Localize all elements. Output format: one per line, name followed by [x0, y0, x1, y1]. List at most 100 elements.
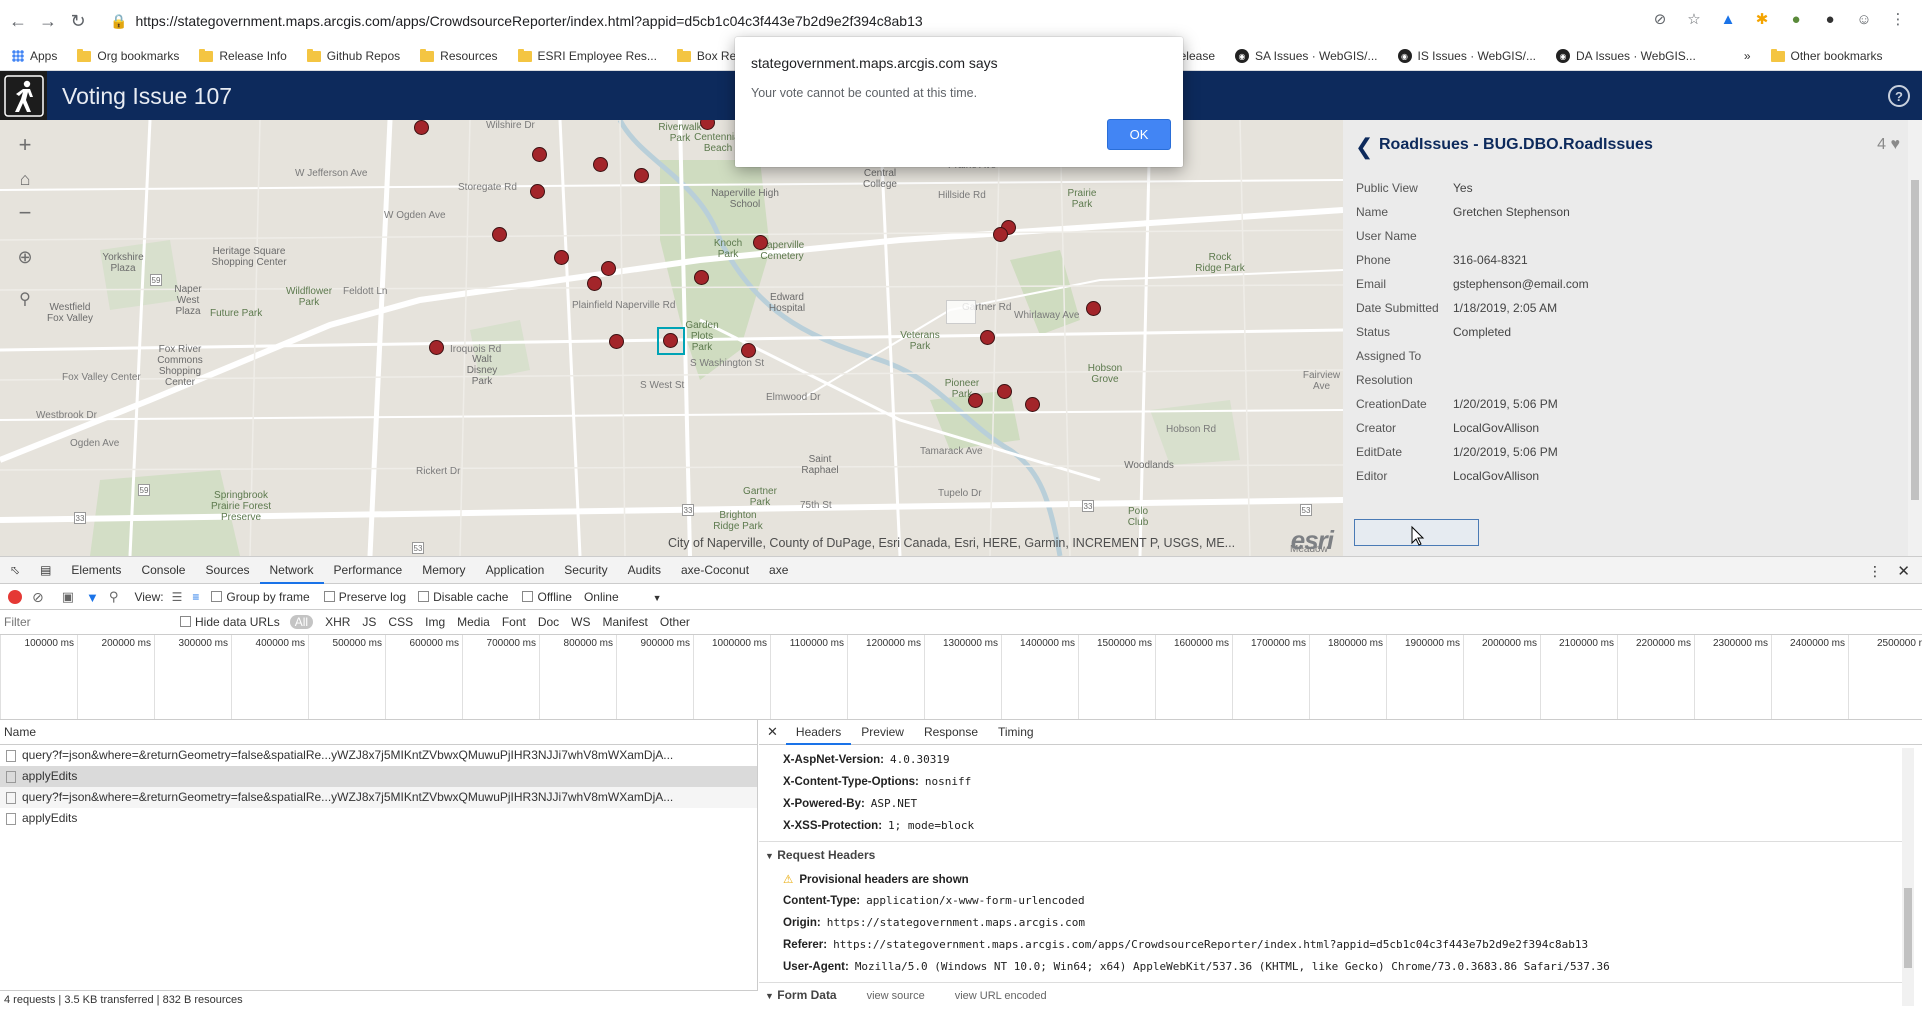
- reload-icon[interactable]: ↻: [66, 9, 90, 33]
- tab-console[interactable]: Console: [131, 557, 195, 584]
- bookmark-is[interactable]: ◉ IS Issues · WebGIS/...: [1397, 49, 1536, 63]
- hide-data-urls-checkbox[interactable]: Hide data URLs: [180, 615, 280, 629]
- search-icon[interactable]: ⚲: [109, 589, 119, 605]
- bookmark-release[interactable]: Release Info: [199, 48, 287, 63]
- filter-type-img[interactable]: Img: [425, 615, 445, 629]
- zoom-in-button[interactable]: +: [8, 128, 42, 162]
- back-chevron-icon[interactable]: ❮: [1355, 134, 1373, 160]
- filter-type-font[interactable]: Font: [502, 615, 526, 629]
- offline-checkbox[interactable]: Offline: [522, 590, 572, 604]
- bookmark-da[interactable]: ◉ DA Issues · WebGIS...: [1555, 49, 1696, 63]
- star-icon[interactable]: ☆: [1684, 9, 1704, 29]
- tab-response[interactable]: Response: [914, 720, 988, 745]
- clear-icon[interactable]: ⊘: [32, 589, 44, 606]
- extension-icon[interactable]: ✱: [1752, 9, 1772, 29]
- issue-marker[interactable]: [1025, 397, 1040, 412]
- filter-type-ws[interactable]: WS: [571, 615, 590, 629]
- issue-marker[interactable]: [554, 250, 569, 265]
- bookmark-esri[interactable]: ESRI Employee Res...: [517, 48, 657, 63]
- bookmark-sa[interactable]: ◉ SA Issues · WebGIS/...: [1235, 49, 1378, 63]
- tab-audits[interactable]: Audits: [618, 557, 671, 584]
- filter-type-other[interactable]: Other: [660, 615, 690, 629]
- tab-axe-coconut[interactable]: axe-Coconut: [671, 557, 759, 584]
- issue-marker[interactable]: [492, 227, 507, 242]
- filter-type-xhr[interactable]: XHR: [325, 615, 350, 629]
- issue-marker[interactable]: [587, 276, 602, 291]
- drive-icon[interactable]: ▲: [1718, 9, 1738, 29]
- devtools-close-icon[interactable]: ✕: [1897, 562, 1910, 580]
- issue-marker[interactable]: [694, 270, 709, 285]
- url-field[interactable]: 🔒 https://stategovernment.maps.arcgis.co…: [110, 13, 923, 30]
- bookmarks-overflow[interactable]: »: [1744, 49, 1751, 63]
- view-source-link[interactable]: view source: [867, 990, 925, 1002]
- scrollbar-thumb[interactable]: [1904, 888, 1912, 968]
- tab-headers[interactable]: Headers: [785, 720, 852, 745]
- issue-marker[interactable]: [530, 184, 545, 199]
- request-row[interactable]: query?f=json&where=&returnGeometry=false…: [0, 787, 757, 808]
- request-headers-section[interactable]: ▼ Request Headers: [765, 848, 875, 862]
- preserve-log-checkbox[interactable]: Preserve log: [323, 590, 406, 604]
- map-view[interactable]: Wilshire Dr Riverwalk Park Centennial Be…: [0, 120, 1343, 556]
- bookmark-resources[interactable]: Resources: [420, 48, 498, 63]
- forward-icon[interactable]: →: [36, 9, 60, 33]
- account-icon[interactable]: ☺: [1854, 9, 1874, 29]
- tab-axe[interactable]: axe: [759, 557, 798, 584]
- bookmark-other[interactable]: Other bookmarks: [1770, 48, 1883, 63]
- bookmark-github[interactable]: Github Repos: [306, 48, 400, 63]
- help-icon[interactable]: ?: [1888, 85, 1910, 107]
- large-rows-icon[interactable]: ☰: [172, 590, 183, 604]
- request-row[interactable]: applyEdits: [0, 808, 757, 829]
- issue-marker[interactable]: [753, 235, 768, 250]
- network-timeline[interactable]: 100000 ms 200000 ms 300000 ms 400000 ms 5000…: [0, 635, 1922, 720]
- issue-marker[interactable]: [634, 168, 649, 183]
- issue-marker[interactable]: [741, 343, 756, 358]
- tab-performance[interactable]: Performance: [324, 557, 413, 584]
- issue-marker[interactable]: [601, 261, 616, 276]
- ok-button[interactable]: OK: [1107, 119, 1171, 150]
- block-icon[interactable]: ⊘: [1650, 9, 1670, 29]
- issue-marker[interactable]: [993, 227, 1008, 242]
- overview-icon[interactable]: ≡: [192, 590, 199, 604]
- close-details-icon[interactable]: ✕: [759, 724, 786, 740]
- filter-type-doc[interactable]: Doc: [538, 615, 559, 629]
- extension2-icon[interactable]: ●: [1786, 9, 1806, 29]
- url-text[interactable]: https://stategovernment.maps.arcgis.com/…: [135, 13, 922, 29]
- tab-security[interactable]: Security: [554, 557, 617, 584]
- issue-marker[interactable]: [414, 120, 429, 135]
- form-data-section[interactable]: ▼ Form Data view source view URL encoded: [765, 988, 1047, 1002]
- filter-type-all[interactable]: All: [289, 615, 314, 629]
- home-button[interactable]: ⌂: [8, 162, 42, 196]
- filter-type-manifest[interactable]: Manifest: [603, 615, 648, 629]
- filter-input[interactable]: [4, 612, 164, 632]
- bookmark-box[interactable]: Box Res: [676, 48, 742, 63]
- capture-screenshots-icon[interactable]: ▣: [62, 589, 74, 605]
- device-toggle-icon[interactable]: ▤: [30, 557, 61, 584]
- tab-timing[interactable]: Timing: [988, 720, 1044, 745]
- issue-marker[interactable]: [997, 384, 1012, 399]
- menu-icon[interactable]: ⋮: [1888, 9, 1908, 29]
- throttling-select[interactable]: Online ▼: [584, 590, 662, 604]
- bookmark-org[interactable]: Org bookmarks: [77, 48, 179, 63]
- search-button[interactable]: ⚲: [8, 282, 42, 316]
- filter-type-js[interactable]: JS: [362, 615, 376, 629]
- devtools-menu-icon[interactable]: ⋮: [1868, 563, 1882, 580]
- back-icon[interactable]: ←: [6, 9, 30, 33]
- tab-preview[interactable]: Preview: [851, 720, 914, 745]
- filter-icon[interactable]: ▼: [86, 590, 99, 605]
- group-by-frame-checkbox[interactable]: Group by frame: [211, 590, 310, 604]
- issue-marker[interactable]: [609, 334, 624, 349]
- issue-marker[interactable]: [1086, 301, 1101, 316]
- locate-button[interactable]: ⊕: [8, 240, 42, 274]
- disable-cache-checkbox[interactable]: Disable cache: [418, 590, 508, 604]
- details-scrollbar[interactable]: [1902, 748, 1914, 1006]
- filter-type-media[interactable]: Media: [457, 615, 490, 629]
- view-url-encoded-link[interactable]: view URL encoded: [955, 990, 1047, 1002]
- filter-type-css[interactable]: CSS: [388, 615, 413, 629]
- issue-marker[interactable]: [968, 393, 983, 408]
- issue-marker[interactable]: [429, 340, 444, 355]
- name-column-header[interactable]: Name: [0, 720, 757, 745]
- bookmark-apps[interactable]: Apps: [12, 49, 57, 63]
- tab-memory[interactable]: Memory: [412, 557, 475, 584]
- scrollbar-thumb[interactable]: [1911, 180, 1919, 500]
- tab-elements[interactable]: Elements: [61, 557, 131, 584]
